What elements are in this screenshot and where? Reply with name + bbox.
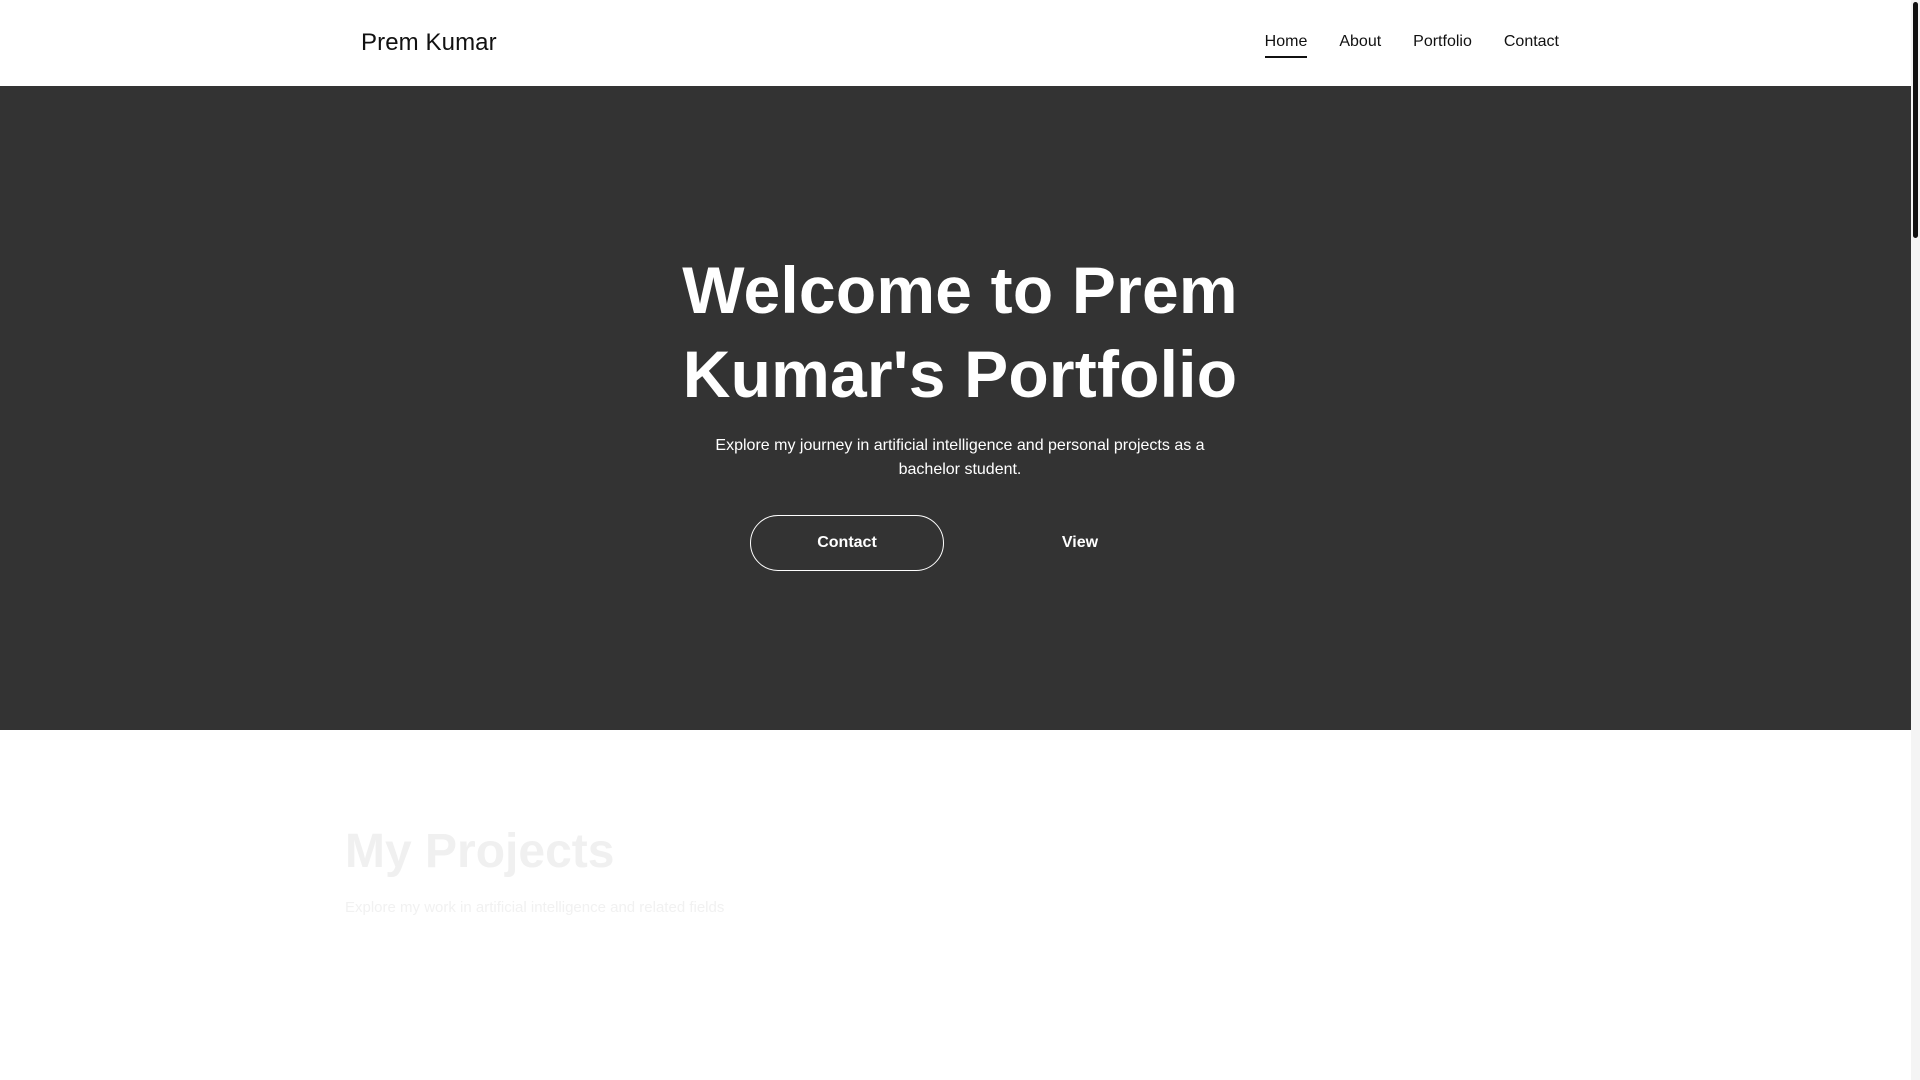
projects-subtitle: Explore my work in artificial intelligen…: [345, 899, 725, 916]
portfolio-page: Prem Kumar Home About Portfolio Contact …: [0, 0, 1920, 1080]
page-scrollbar[interactable]: [1911, 0, 1920, 1080]
hero-title-line-2: Kumar's Portfolio: [682, 337, 1238, 411]
hero-section: Welcome to Prem Kumar's Portfolio Explor…: [0, 86, 1920, 730]
scrollbar-thumb[interactable]: [1913, 2, 1918, 238]
hero-content: Welcome to Prem Kumar's Portfolio Explor…: [610, 248, 1310, 571]
site-brand[interactable]: Prem Kumar: [361, 26, 497, 60]
contact-button[interactable]: Contact: [750, 515, 944, 571]
nav-about[interactable]: About: [1339, 30, 1381, 54]
projects-title: My Projects: [345, 825, 615, 878]
nav-contact[interactable]: Contact: [1504, 30, 1559, 54]
viewport: Prem Kumar Home About Portfolio Contact …: [0, 0, 1920, 1080]
hero-subtitle: Explore my journey in artificial intelli…: [715, 437, 1205, 478]
hero-title: Welcome to Prem Kumar's Portfolio: [610, 248, 1310, 416]
nav-home[interactable]: Home: [1264, 30, 1307, 58]
site-header: Prem Kumar Home About Portfolio Contact: [0, 0, 1920, 86]
projects-section: My Projects Explore my work in artificia…: [0, 730, 1920, 1080]
hero-title-line-1: Welcome to Prem: [682, 253, 1238, 327]
nav-portfolio[interactable]: Portfolio: [1413, 30, 1472, 54]
view-button[interactable]: View: [990, 515, 1170, 571]
main-nav: Home About Portfolio Contact: [1264, 30, 1559, 58]
hero-actions: Contact View: [610, 515, 1310, 571]
